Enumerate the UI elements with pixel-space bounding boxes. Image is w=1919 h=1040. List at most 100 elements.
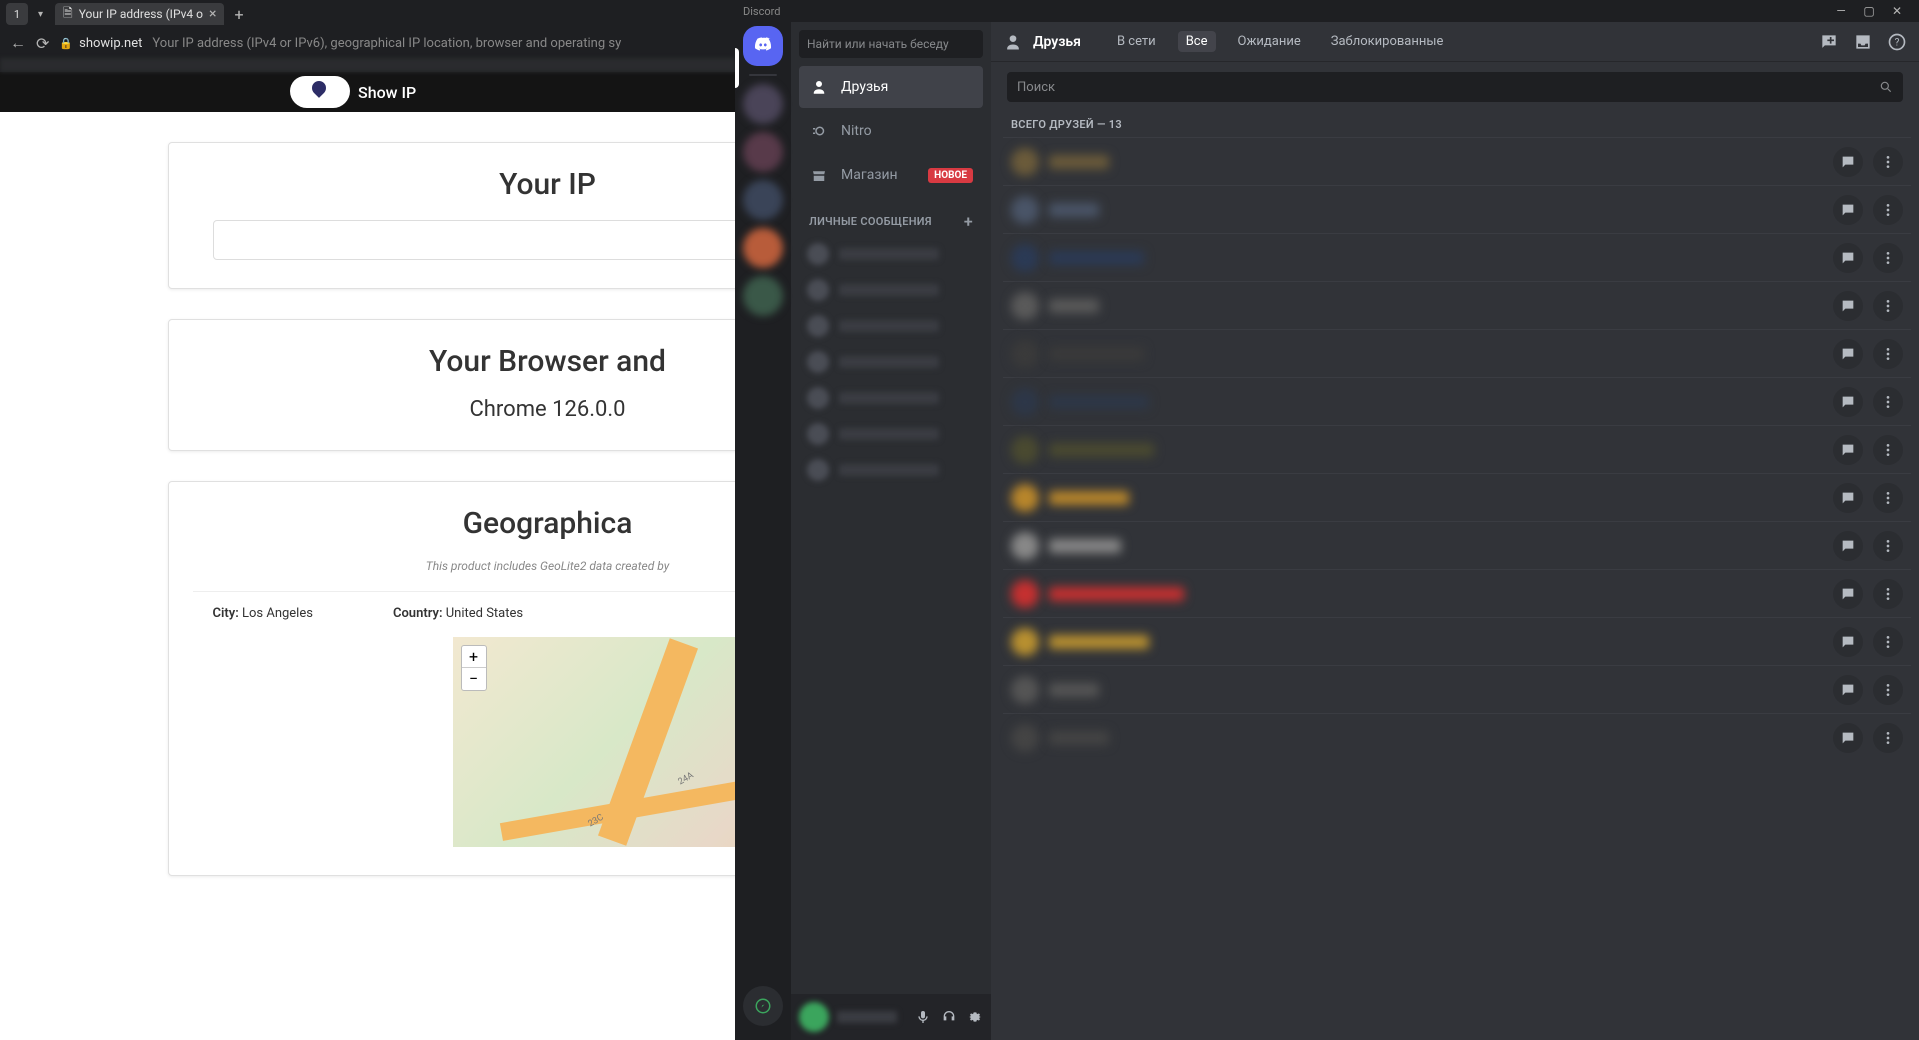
browser-chrome: 1 ▾ 🗎 Your IP address (IPv4 o × + ← ⟳ 🔒 … <box>0 0 735 72</box>
message-button[interactable] <box>1833 243 1863 273</box>
maximize-button[interactable]: ▢ <box>1855 4 1883 18</box>
friend-row[interactable] <box>1003 329 1911 377</box>
message-button[interactable] <box>1833 387 1863 417</box>
dm-item[interactable] <box>799 417 983 451</box>
server-rail <box>735 22 791 1040</box>
sidebar-item-shop[interactable]: Магазин НОВОЕ <box>799 154 983 196</box>
mute-button[interactable] <box>915 1009 931 1025</box>
friend-row[interactable] <box>1003 425 1911 473</box>
dm-username <box>839 428 939 440</box>
close-button[interactable]: ✕ <box>1883 4 1911 18</box>
dm-avatar <box>807 279 829 301</box>
more-button[interactable] <box>1873 579 1903 609</box>
deafen-button[interactable] <box>941 1009 957 1025</box>
friend-row[interactable] <box>1003 137 1911 185</box>
zoom-in-button[interactable]: + <box>462 646 486 668</box>
more-button[interactable] <box>1873 483 1903 513</box>
friend-row[interactable] <box>1003 233 1911 281</box>
home-button[interactable] <box>743 26 783 66</box>
browser-tab[interactable]: 🗎 Your IP address (IPv4 o × <box>55 3 224 25</box>
message-button[interactable] <box>1833 291 1863 321</box>
friend-row[interactable] <box>1003 665 1911 713</box>
more-button[interactable] <box>1873 147 1903 177</box>
friend-row[interactable] <box>1003 569 1911 617</box>
dm-item[interactable] <box>799 237 983 271</box>
minimize-button[interactable]: — <box>1827 4 1855 18</box>
message-button[interactable] <box>1833 531 1863 561</box>
tab-all[interactable]: Все <box>1178 31 1216 52</box>
reload-button[interactable]: ⟳ <box>36 34 49 53</box>
explore-button[interactable] <box>743 986 783 1026</box>
dm-item[interactable] <box>799 453 983 487</box>
more-button[interactable] <box>1873 195 1903 225</box>
more-button[interactable] <box>1873 627 1903 657</box>
message-button[interactable] <box>1833 195 1863 225</box>
message-button[interactable] <box>1833 483 1863 513</box>
friend-row[interactable] <box>1003 377 1911 425</box>
dm-item[interactable] <box>799 273 983 307</box>
more-button[interactable] <box>1873 435 1903 465</box>
server-icon[interactable] <box>743 276 783 316</box>
friend-username <box>1049 395 1149 409</box>
dm-avatar <box>807 387 829 409</box>
tab-dropdown-icon[interactable]: ▾ <box>32 9 49 20</box>
new-tab-button[interactable]: + <box>224 5 253 24</box>
tab-online[interactable]: В сети <box>1109 31 1164 52</box>
message-button[interactable] <box>1833 435 1863 465</box>
more-button[interactable] <box>1873 291 1903 321</box>
friend-row[interactable] <box>1003 281 1911 329</box>
tab-pending[interactable]: Ожидание <box>1230 31 1309 52</box>
message-button[interactable] <box>1833 723 1863 753</box>
message-button[interactable] <box>1833 579 1863 609</box>
friend-row[interactable] <box>1003 473 1911 521</box>
friend-row[interactable] <box>1003 713 1911 761</box>
more-button[interactable] <box>1873 723 1903 753</box>
server-icon[interactable] <box>743 84 783 124</box>
tab-blocked[interactable]: Заблокированные <box>1323 31 1452 52</box>
server-icon[interactable] <box>743 228 783 268</box>
friend-avatar <box>1011 340 1039 368</box>
friend-row[interactable] <box>1003 185 1911 233</box>
server-icon[interactable] <box>743 132 783 172</box>
back-button[interactable]: ← <box>10 33 26 53</box>
dm-item[interactable] <box>799 309 983 343</box>
new-group-dm-button[interactable] <box>1819 32 1839 52</box>
more-button[interactable] <box>1873 531 1903 561</box>
friend-row[interactable] <box>1003 521 1911 569</box>
more-button[interactable] <box>1873 387 1903 417</box>
dm-item[interactable] <box>799 381 983 415</box>
message-button[interactable] <box>1833 627 1863 657</box>
dm-item[interactable] <box>799 345 983 379</box>
friends-search-input[interactable]: Поиск <box>1007 72 1903 102</box>
find-conversation-input[interactable]: Найти или начать беседу <box>799 30 983 58</box>
tab-count-button[interactable]: 1 <box>6 3 28 25</box>
zoom-out-button[interactable]: − <box>462 668 486 690</box>
url-field[interactable]: 🔒 showip.net <box>59 36 142 51</box>
settings-button[interactable] <box>967 1009 983 1025</box>
friend-row[interactable] <box>1003 617 1911 665</box>
discord-logo-icon <box>752 35 774 57</box>
help-button[interactable]: ? <box>1887 32 1907 52</box>
message-button[interactable] <box>1833 675 1863 705</box>
more-button[interactable] <box>1873 243 1903 273</box>
more-button[interactable] <box>1873 339 1903 369</box>
search-icon <box>1879 80 1893 94</box>
friends-count-header: ВСЕГО ДРУЗЕЙ — 13 <box>991 102 1919 137</box>
friend-avatar <box>1011 724 1039 752</box>
server-icon[interactable] <box>743 180 783 220</box>
sidebar-item-nitro[interactable]: Nitro <box>799 110 983 152</box>
friend-username <box>1049 587 1184 601</box>
address-bar: ← ⟳ 🔒 showip.net Your IP address (IPv4 o… <box>0 28 735 58</box>
inbox-button[interactable] <box>1853 32 1873 52</box>
close-icon[interactable]: × <box>209 6 216 22</box>
message-button[interactable] <box>1833 147 1863 177</box>
sidebar-item-friends[interactable]: Друзья <box>799 66 983 108</box>
discord-titlebar: Discord — ▢ ✕ <box>735 0 1919 22</box>
more-button[interactable] <box>1873 675 1903 705</box>
message-button[interactable] <box>1833 339 1863 369</box>
sidebar-item-label: Nitro <box>841 123 872 139</box>
create-dm-button[interactable]: + <box>964 212 973 231</box>
self-avatar[interactable] <box>799 1002 829 1032</box>
friend-avatar <box>1011 532 1039 560</box>
friend-username <box>1049 203 1099 217</box>
